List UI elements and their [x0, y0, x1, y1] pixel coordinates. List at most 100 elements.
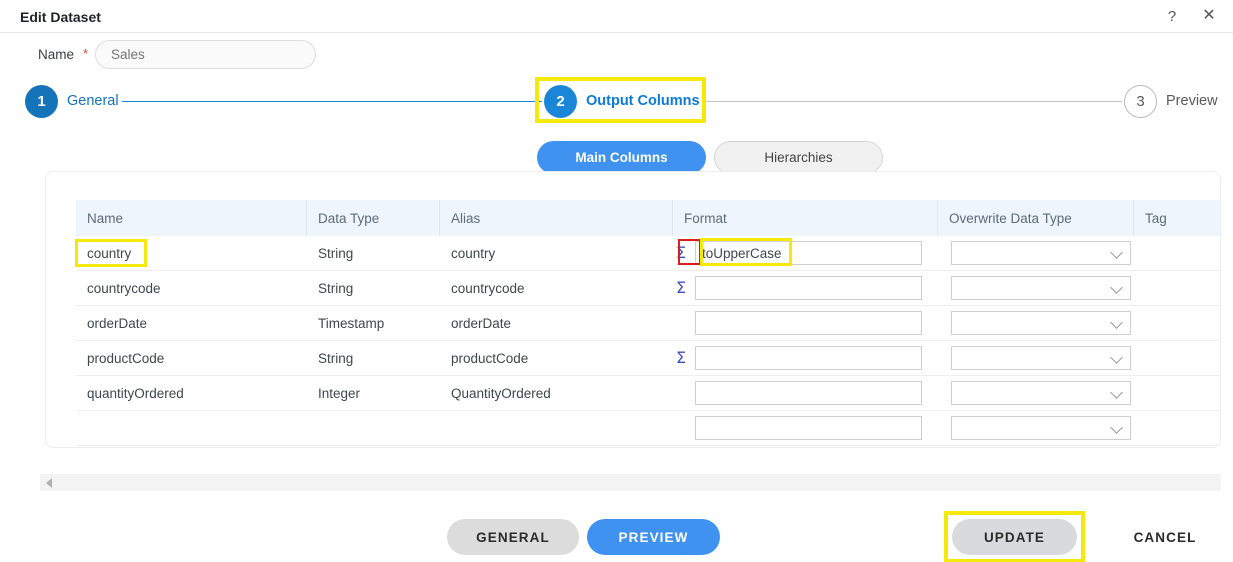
columns-grid: Name Data Type Alias Format Overwrite Da…: [76, 200, 1220, 446]
chevron-down-icon: [1110, 386, 1123, 399]
overwrite-data-type-select[interactable]: [951, 241, 1131, 265]
cell-alias: productCode: [451, 350, 529, 366]
dialog-titlebar: Edit Dataset ? ✕: [0, 0, 1233, 33]
window-actions: ? ✕: [1162, 6, 1219, 26]
cell-data-type: String: [318, 280, 354, 296]
stepper-step-general[interactable]: 1 General: [25, 84, 119, 118]
cell-alias: country: [451, 245, 496, 261]
required-marker: *: [83, 46, 89, 61]
sigma-icon[interactable]: Σ: [673, 280, 689, 296]
column-header-alias: Alias: [440, 200, 673, 236]
name-label: Name: [38, 47, 75, 62]
cell-format: [673, 376, 938, 411]
table-row[interactable]: countrycode String countrycode Σ: [76, 271, 1220, 306]
column-header-overwrite-data-type: Overwrite Data Type: [938, 200, 1134, 236]
cell-tag: [1134, 376, 1220, 411]
cell-overwrite-data-type: [938, 236, 1134, 271]
tab-main-columns[interactable]: Main Columns: [537, 141, 706, 174]
format-input[interactable]: [695, 276, 922, 300]
overwrite-data-type-select[interactable]: [951, 416, 1131, 440]
cell-overwrite-data-type: [938, 411, 1134, 446]
help-icon[interactable]: ?: [1162, 6, 1182, 26]
cell-name: [76, 411, 307, 446]
sigma-icon[interactable]: Σ: [673, 350, 689, 366]
overwrite-data-type-select[interactable]: [951, 311, 1131, 335]
cell-name: quantityOrdered: [87, 385, 184, 401]
columns-table-card: Name Data Type Alias Format Overwrite Da…: [45, 171, 1221, 448]
name-field-row: Name *: [0, 40, 1233, 72]
table-row[interactable]: [76, 411, 1220, 446]
column-mode-tabs: Main Columns Hierarchies: [537, 141, 883, 174]
overwrite-data-type-select[interactable]: [951, 381, 1131, 405]
cell-format: [673, 411, 938, 446]
preview-button[interactable]: PREVIEW: [587, 519, 720, 555]
step-label-preview: Preview: [1166, 93, 1218, 109]
edit-dataset-dialog: Edit Dataset ? ✕ Name * 1 General 2 Outp…: [0, 0, 1233, 562]
cell-data-type: String: [318, 350, 354, 366]
wizard-stepper: 1 General 2 Output Columns 3 Preview: [0, 84, 1233, 120]
cell-format: Σ: [673, 236, 938, 271]
general-button[interactable]: GENERAL: [447, 519, 579, 555]
chevron-down-icon: [1110, 281, 1123, 294]
columns-grid-header: Name Data Type Alias Format Overwrite Da…: [76, 200, 1220, 236]
overwrite-data-type-select[interactable]: [951, 276, 1131, 300]
cell-tag: [1134, 236, 1220, 271]
cell-name: productCode: [87, 350, 165, 366]
stepper-step-output-columns[interactable]: 2 Output Columns: [544, 84, 700, 118]
cell-format: Σ: [673, 341, 938, 376]
cell-alias: orderDate: [451, 315, 512, 331]
format-input[interactable]: [695, 381, 922, 405]
cell-name: orderDate: [87, 315, 148, 331]
sigma-icon[interactable]: Σ: [673, 245, 689, 261]
step-number-1: 1: [25, 84, 58, 118]
horizontal-scrollbar[interactable]: [40, 474, 1221, 491]
chevron-down-icon: [1110, 421, 1123, 434]
cell-overwrite-data-type: [938, 271, 1134, 306]
cell-tag: [1134, 341, 1220, 376]
cell-format: [673, 306, 938, 341]
close-icon[interactable]: ✕: [1199, 6, 1219, 26]
chevron-down-icon: [1110, 351, 1123, 364]
format-input[interactable]: [695, 346, 922, 370]
table-row[interactable]: country String country Σ: [76, 236, 1220, 271]
arrow-left-icon[interactable]: [46, 478, 52, 488]
overwrite-data-type-select[interactable]: [951, 346, 1131, 370]
cell-alias: [440, 411, 673, 446]
cell-data-type: Integer: [318, 385, 361, 401]
column-header-format: Format: [673, 200, 938, 236]
cell-overwrite-data-type: [938, 376, 1134, 411]
cell-data-type: Timestamp: [318, 315, 385, 331]
cell-tag: [1134, 411, 1220, 446]
update-button[interactable]: UPDATE: [952, 519, 1077, 555]
cell-name: countrycode: [87, 280, 161, 296]
cancel-button[interactable]: CANCEL: [1120, 519, 1210, 555]
stepper-connector-2: [706, 100, 1122, 102]
tab-hierarchies[interactable]: Hierarchies: [714, 141, 883, 174]
table-row[interactable]: productCode String productCode Σ: [76, 341, 1220, 376]
format-input[interactable]: [695, 416, 922, 440]
step-number-2: 2: [544, 84, 577, 118]
cell-name: country: [87, 245, 132, 261]
cell-data-type: [307, 411, 440, 446]
column-header-name: Name: [76, 200, 307, 236]
cell-tag: [1134, 306, 1220, 341]
chevron-down-icon: [1110, 246, 1123, 259]
format-input[interactable]: [695, 311, 922, 335]
column-header-data-type: Data Type: [307, 200, 440, 236]
cell-overwrite-data-type: [938, 306, 1134, 341]
table-row[interactable]: orderDate Timestamp orderDate: [76, 306, 1220, 341]
stepper-step-preview[interactable]: 3 Preview: [1124, 84, 1218, 118]
stepper-connector-1: [122, 100, 542, 102]
table-row[interactable]: quantityOrdered Integer QuantityOrdered: [76, 376, 1220, 411]
dataset-name-input[interactable]: [95, 40, 316, 69]
format-input[interactable]: [695, 241, 922, 265]
step-number-3: 3: [1124, 84, 1157, 118]
cell-alias: countrycode: [451, 280, 525, 296]
cell-overwrite-data-type: [938, 341, 1134, 376]
step-label-general: General: [67, 93, 119, 109]
step-label-output-columns: Output Columns: [586, 93, 700, 109]
cell-tag: [1134, 271, 1220, 306]
dialog-title: Edit Dataset: [20, 9, 101, 25]
cell-alias: QuantityOrdered: [451, 385, 551, 401]
chevron-down-icon: [1110, 316, 1123, 329]
